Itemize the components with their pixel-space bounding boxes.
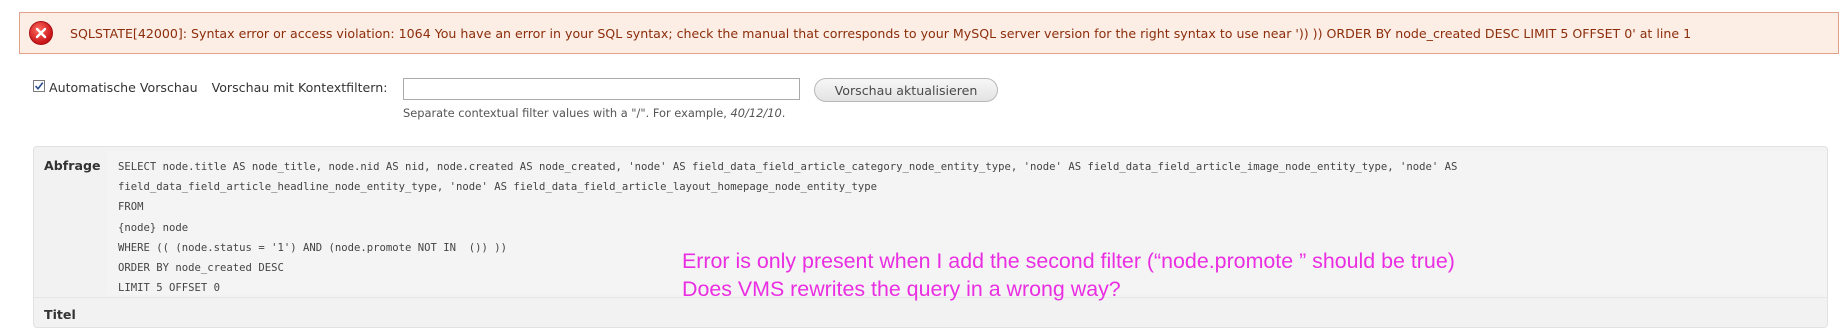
sql-line: {node} node [118, 221, 189, 234]
context-filter-help: Separate contextual filter values with a… [403, 106, 785, 120]
query-label: Abfrage [44, 158, 101, 173]
sql-line: SELECT node.title AS node_title, node.ni… [118, 161, 1458, 173]
annotation-line-1: Error is only present when I add the sec… [682, 249, 1455, 273]
context-filter-label: Vorschau mit Kontextfiltern: [211, 80, 388, 95]
auto-preview-checkbox[interactable] [33, 79, 45, 92]
error-message-box: SQLSTATE[42000]: Syntax error or access … [19, 12, 1839, 54]
context-filter-input[interactable] [403, 78, 800, 100]
help-text-suffix: . [781, 106, 786, 120]
sql-line: FROM [118, 201, 144, 214]
error-x-icon [29, 21, 53, 45]
sql-line: WHERE (( (node.status = '1') AND (node.p… [118, 241, 508, 254]
help-text-example: 40/12/10 [730, 106, 782, 120]
update-preview-button[interactable]: Vorschau aktualisieren [814, 78, 998, 102]
help-text-prefix: Separate contextual filter values with a… [403, 106, 731, 120]
checkmark-icon [34, 81, 44, 90]
auto-preview-label[interactable]: Automatische Vorschau [49, 80, 198, 95]
sql-line: ORDER BY node_created DESC [118, 262, 284, 275]
sql-line: field_data_field_article_headline_node_e… [118, 181, 877, 194]
annotation-note: Error is only present when I add the sec… [682, 247, 1455, 303]
preview-controls: Automatische Vorschau Vorschau mit Konte… [33, 77, 387, 99]
title-label: Titel [44, 307, 76, 322]
error-message-text: SQLSTATE[42000]: Syntax error or access … [70, 25, 1692, 41]
sql-line: LIMIT 5 OFFSET 0 [118, 282, 221, 295]
annotation-line-2: Does VMS rewrites the query in a wrong w… [682, 277, 1121, 301]
